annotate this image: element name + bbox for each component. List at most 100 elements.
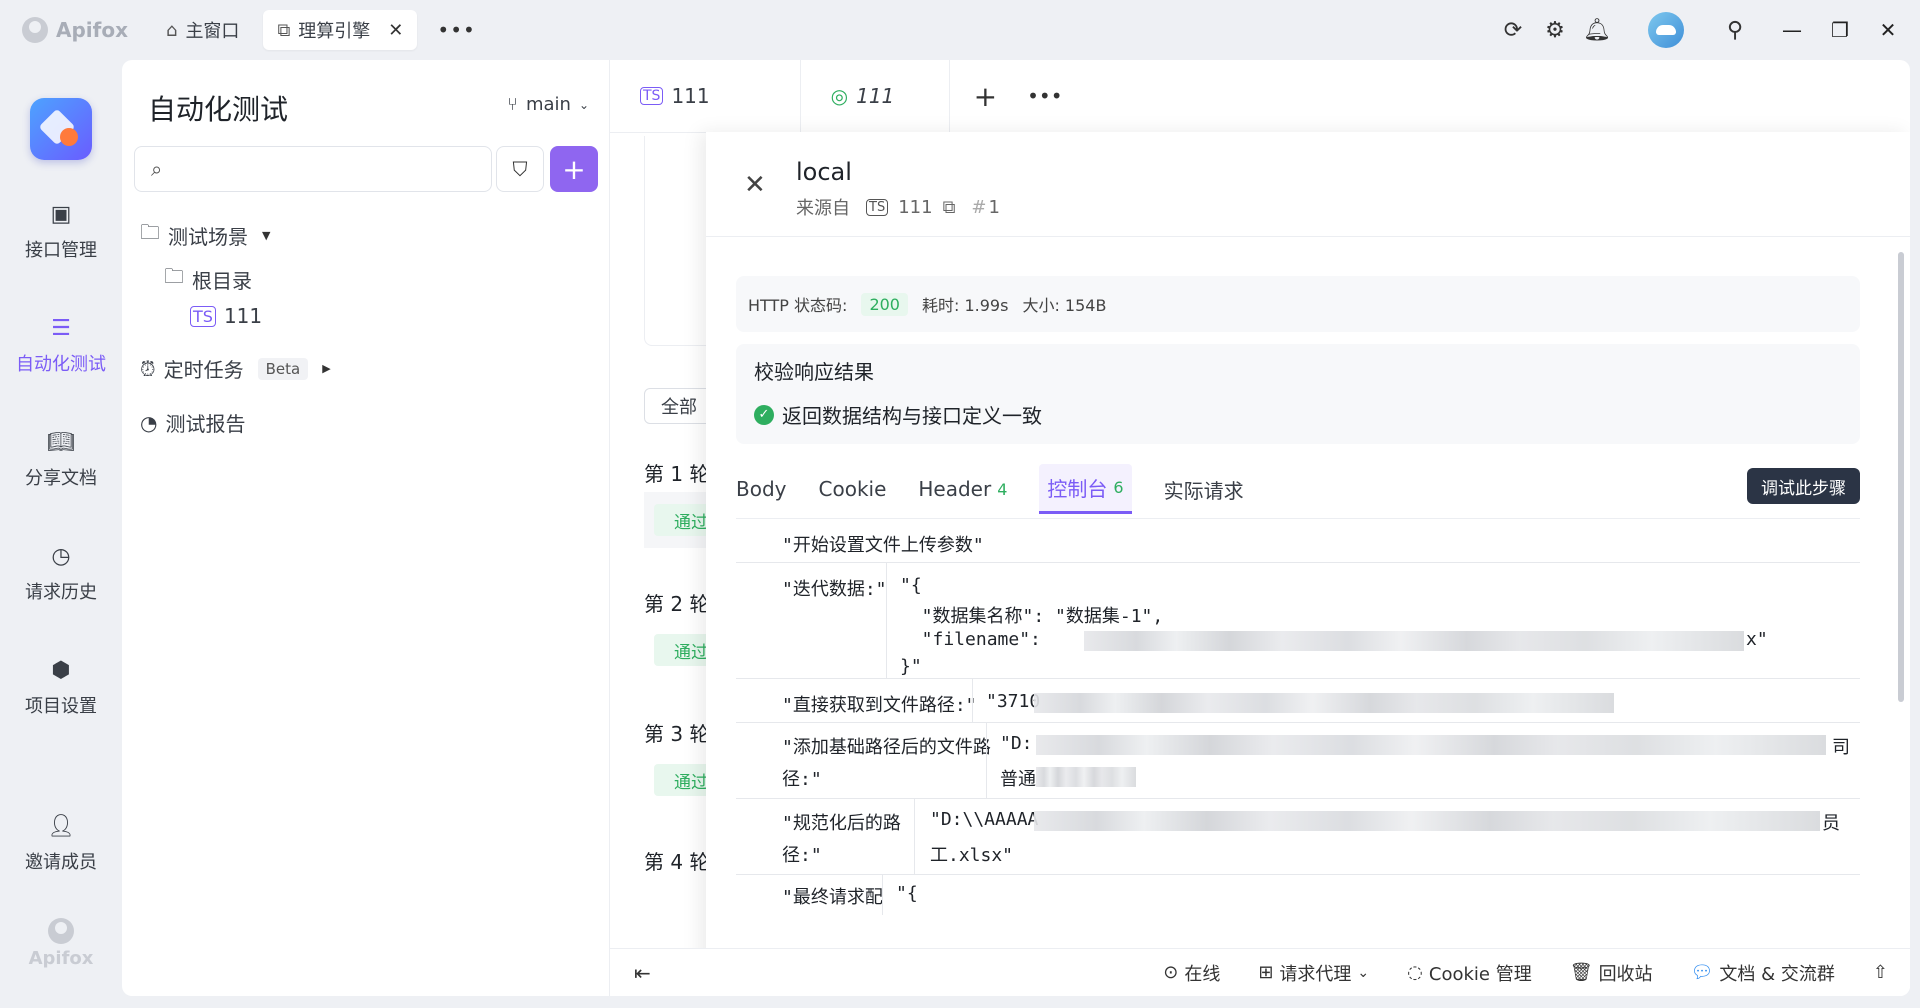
console-key: "迭代数据:" <box>782 579 887 600</box>
redacted-value <box>1036 767 1136 787</box>
pie-chart-icon: ◔ <box>140 410 158 435</box>
tab-main-window[interactable]: ⌂ 主窗口 <box>152 10 253 50</box>
redacted-value <box>1034 811 1820 831</box>
check-circle-icon: ⊙ <box>1163 962 1179 983</box>
tree-scheduled-tasks[interactable]: ⏰︎ 定时任务 Beta ▶ <box>140 354 331 383</box>
filter-all-chip[interactable]: 全部 <box>644 388 714 424</box>
more-tabs-icon[interactable]: ••• <box>1027 84 1062 108</box>
tree-root-folder[interactable]: 🗀 根目录 <box>164 262 252 296</box>
console-log: "开始设置文件上传参数" "迭代数据:" "{ "数据集名称": "数据集-1"… <box>736 518 1860 996</box>
verify-item-label: 返回数据结构与接口定义一致 <box>782 404 1042 428</box>
console-value-line: "数据集名称": "数据集-1", <box>900 606 1164 627</box>
maximize-icon[interactable]: ❐ <box>1816 18 1864 42</box>
nav-request-history[interactable]: ◷ 请求历史 <box>0 542 122 604</box>
bell-icon[interactable]: 🔔︎ <box>1576 18 1618 43</box>
tree-test-scenes[interactable]: 🗀 测试场景 ▼ <box>140 218 270 252</box>
source-name[interactable]: 111 <box>898 197 932 218</box>
external-link-icon[interactable]: ⧉ <box>943 197 956 218</box>
online-status[interactable]: ⊙ 在线 <box>1163 960 1220 986</box>
tab-console[interactable]: 控制台 6 <box>1039 464 1132 514</box>
recycle-bin-label: 回收站 <box>1598 963 1653 985</box>
tab-111-report[interactable]: ◎ 111 <box>799 60 950 132</box>
cookie-management[interactable]: ◌ Cookie 管理 <box>1407 960 1532 986</box>
search-input[interactable]: ⌕ <box>134 146 492 192</box>
sync-icon[interactable]: ⟳ <box>1492 18 1534 43</box>
pin-icon[interactable]: ⚲ <box>1714 18 1756 43</box>
project-icon[interactable] <box>30 98 92 160</box>
status-label: HTTP 状态码: <box>748 296 848 315</box>
cookie-management-label: Cookie 管理 <box>1428 963 1532 985</box>
report-summary-card <box>644 136 714 346</box>
nav-invite-members-label: 邀请成员 <box>25 852 97 873</box>
console-value-line: 员 <box>1822 813 1840 834</box>
upload-button[interactable]: ⇧ <box>1873 962 1888 983</box>
trash-icon: 🗑︎ <box>1569 962 1593 983</box>
status-code-badge: 200 <box>861 292 908 316</box>
caret-down-icon[interactable]: ▼ <box>262 229 270 242</box>
page-title: 自动化测试 <box>148 93 289 126</box>
left-nav-rail: ▣ 接口管理 ☰ 自动化测试 📖︎ 分享文档 ◷ 请求历史 ⬢ 项目设置 👤︎ … <box>0 60 122 1008</box>
request-proxy-menu[interactable]: ⊞ 请求代理 ⌄ <box>1258 960 1369 986</box>
title-bar-actions: ⟳ ⚙ 🔔︎ ⚲ — ❐ ✕ <box>1492 0 1920 60</box>
tab-body-label: Body <box>736 477 787 501</box>
console-key: "规范化后的路 <box>782 813 901 834</box>
console-value-line: "{ <box>900 575 922 596</box>
nav-invite-members[interactable]: 👤︎ 邀请成员 <box>0 812 122 874</box>
debug-step-button[interactable]: 调试此步骤 <box>1747 468 1860 504</box>
add-button[interactable]: + <box>550 146 598 192</box>
docs-community[interactable]: 💬︎ 文档 & 交流群 <box>1691 960 1835 986</box>
console-key: "添加基础路径后的文件路 <box>782 737 991 758</box>
nav-api-management[interactable]: ▣ 接口管理 <box>0 200 122 262</box>
request-proxy-label: 请求代理 <box>1279 963 1352 985</box>
console-row: "最终请求配 "{ <box>736 875 1860 915</box>
ts-file-icon: TS <box>866 198 889 216</box>
tree-test-reports-label: 测试报告 <box>165 412 246 436</box>
tab-header[interactable]: Header 4 <box>918 464 1007 514</box>
online-status-label: 在线 <box>1184 963 1221 985</box>
caret-right-icon[interactable]: ▶ <box>322 362 330 375</box>
tab-header-label: Header <box>918 477 992 501</box>
branch-selector[interactable]: ⑂ main ⌄ <box>507 94 589 115</box>
close-icon[interactable]: ✕ <box>744 170 766 200</box>
collapse-sidebar-icon[interactable]: ⇤ <box>634 961 651 985</box>
tab-cookie-label: Cookie <box>818 477 887 501</box>
recycle-bin[interactable]: 🗑︎ 回收站 <box>1570 960 1653 986</box>
tab-console-count: 6 <box>1113 478 1124 497</box>
source-label: 来源自 <box>796 198 850 219</box>
nav-share-docs[interactable]: 📖︎ 分享文档 <box>0 428 122 490</box>
new-tab-plus-icon[interactable]: + <box>974 80 997 113</box>
api-icon: ▣ <box>50 201 72 227</box>
nav-project-settings[interactable]: ⬢ 项目设置 <box>0 656 122 718</box>
window-close-icon[interactable]: ✕ <box>1864 18 1912 42</box>
tree-root-folder-label: 根目录 <box>192 268 252 293</box>
tab-cookie[interactable]: Cookie <box>819 464 887 514</box>
rail-bottom-logo: Apifox <box>0 918 122 969</box>
clock-icon: ◷ <box>51 543 71 569</box>
filter-button[interactable]: ⛉ <box>496 146 544 192</box>
tab-actual-request[interactable]: 实际请求 <box>1164 464 1244 514</box>
nav-automation-test[interactable]: ☰ 自动化测试 <box>0 314 122 376</box>
filter-icon: ⛉ <box>512 157 528 181</box>
response-status: HTTP 状态码: 200 耗时: 1.99s 大小: 154B <box>736 276 1860 332</box>
close-tab-icon[interactable]: ✕ <box>388 20 403 41</box>
minimize-icon[interactable]: — <box>1768 18 1816 42</box>
main-content: TS 111 ◎ 111 + ••• 全部 第 1 轮 通过 第 2 轮 通过 … <box>610 60 1910 996</box>
tab-body[interactable]: Body <box>736 464 787 514</box>
redacted-value <box>1084 631 1744 651</box>
tab-calc-engine[interactable]: ⧉ 理算引擎 ✕ <box>263 10 418 50</box>
network-icon: ⊞ <box>1258 962 1274 983</box>
scene-folder-icon: 🗀 <box>140 220 160 244</box>
tree-test-scenes-label: 测试场景 <box>168 224 248 249</box>
tree-item-111[interactable]: TS 111 <box>190 304 262 328</box>
console-row: "迭代数据:" "{ "数据集名称": "数据集-1", "filename":… <box>736 563 1860 679</box>
console-value-line: "3710 <box>986 691 1041 712</box>
gear-icon[interactable]: ⚙ <box>1534 18 1576 43</box>
console-key: "最终请求配 <box>782 887 883 908</box>
drawer-scrollbar[interactable] <box>1898 252 1904 702</box>
more-tabs-icon[interactable]: ••• <box>437 18 475 42</box>
avatar[interactable] <box>1648 12 1684 48</box>
tree-test-reports[interactable]: ◔ 测试报告 <box>140 408 245 437</box>
tab-actual-request-label: 实际请求 <box>1163 478 1244 503</box>
tab-111-ts[interactable]: TS 111 <box>610 60 730 132</box>
cookie-icon: ◌ <box>1407 962 1423 983</box>
